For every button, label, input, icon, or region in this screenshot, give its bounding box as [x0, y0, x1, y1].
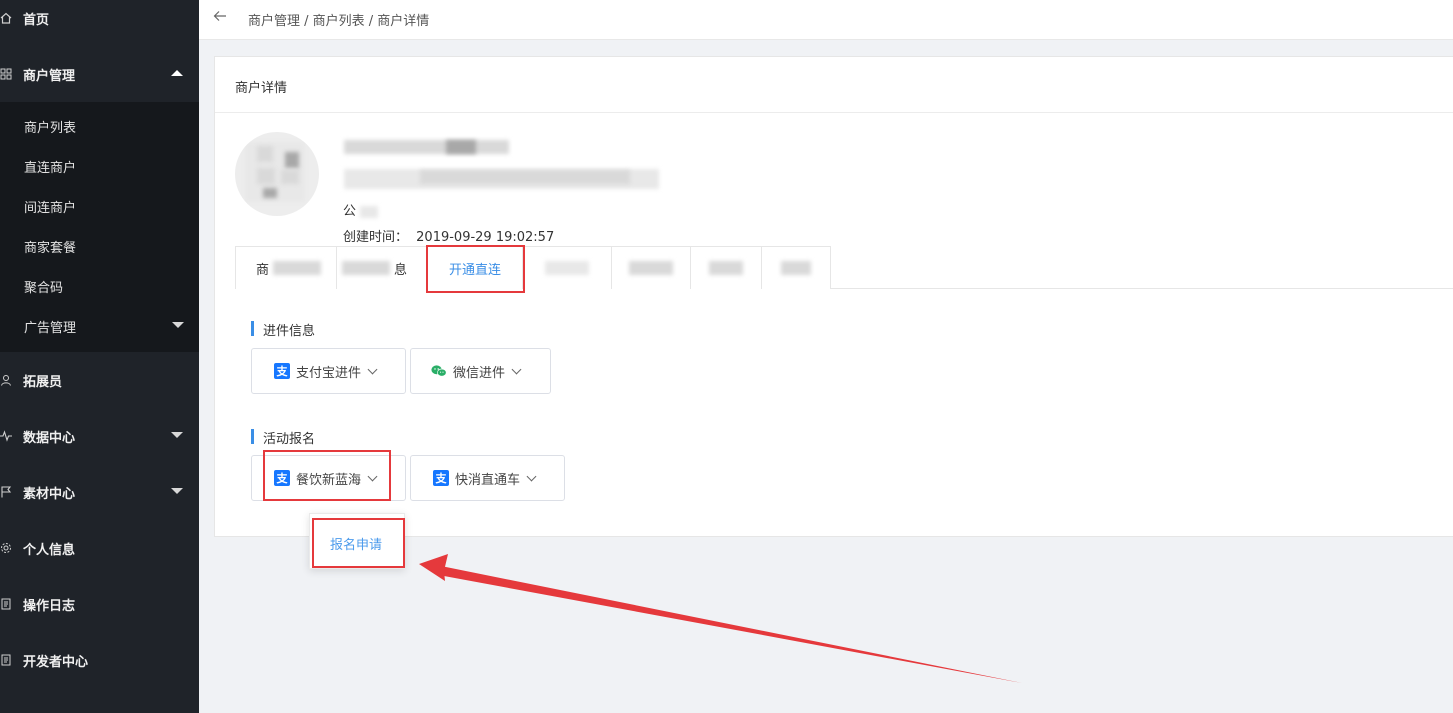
created-value: 2019-09-29 19:02:57	[416, 230, 555, 245]
tab-redacted-2[interactable]	[611, 246, 691, 289]
submenu-label: 商家套餐	[24, 240, 77, 256]
tab-merchant[interactable]: 商	[235, 246, 337, 289]
tab-label: 息	[393, 262, 407, 278]
tab-redacted-4[interactable]	[761, 246, 831, 289]
document-icon	[0, 654, 12, 666]
submenu-label: 直连商户	[24, 160, 77, 176]
submenu-label: 广告管理	[24, 320, 77, 336]
card-title: 商户详情	[235, 81, 288, 96]
created-label: 创建时间：	[343, 230, 409, 245]
home-icon	[0, 12, 12, 24]
tab-redacted-3[interactable]	[690, 246, 762, 289]
submenu-item-merchant-package[interactable]: 商家套餐	[24, 236, 76, 256]
created-time: 创建时间： 2019-09-29 19:02:57	[343, 226, 554, 245]
divider	[215, 112, 1453, 113]
annotation-box-dropdown	[263, 450, 391, 501]
sidebar-item-label: 商户管理	[23, 68, 76, 84]
tab-label: 商	[256, 262, 270, 278]
wechat-icon	[431, 363, 447, 379]
tab-redacted-1[interactable]	[522, 246, 612, 289]
submenu-label: 间连商户	[24, 200, 77, 216]
sidebar-item-label: 数据中心	[23, 430, 76, 446]
submenu-label: 聚合码	[24, 280, 64, 296]
user-icon	[0, 374, 12, 386]
sidebar-item-label: 开发者中心	[23, 654, 89, 670]
sidebar-item-data-center[interactable]: 数据中心	[0, 424, 199, 448]
wechat-onboarding-dropdown[interactable]: 微信进件	[410, 348, 551, 394]
sidebar-item-label: 个人信息	[23, 542, 76, 558]
alipay-icon: 支	[433, 470, 449, 486]
alipay-onboarding-dropdown[interactable]: 支 支付宝进件	[251, 348, 406, 394]
sidebar-item-merchant-management[interactable]: 商户管理	[0, 62, 199, 86]
submenu-item-indirect-merchant[interactable]: 间连商户	[24, 196, 76, 216]
merchant-submenu: 商户列表 直连商户 间连商户 商家套餐 聚合码 广告管理	[0, 102, 199, 352]
sidebar-item-material-center[interactable]: 素材中心	[0, 480, 199, 504]
sidebar-item-home[interactable]: 首页	[0, 6, 199, 30]
submenu-item-direct-merchant[interactable]: 直连商户	[24, 156, 76, 176]
section-title-activity: 活动报名	[251, 428, 315, 447]
document-icon	[0, 598, 12, 610]
sidebar-item-personal-info[interactable]: 个人信息	[0, 536, 199, 560]
sidebar-item-label: 首页	[23, 12, 50, 28]
submenu-label: 商户列表	[24, 120, 77, 136]
alipay-icon: 支	[274, 363, 290, 379]
sidebar-item-expander[interactable]: 拓展员	[0, 368, 199, 392]
sidebar: 首页 商户管理 商户列表 直连商户 间连商户 商家套餐 聚合码 广告管理 拓展员…	[0, 0, 199, 713]
breadcrumb: 商户管理 / 商户列表 / 商户详情	[248, 14, 430, 29]
chevron-down-icon	[526, 471, 537, 481]
dropdown-label: 支付宝进件	[296, 365, 362, 381]
tab-info[interactable]: 息	[336, 246, 428, 289]
top-bar: 商户管理 / 商户列表 / 商户详情	[199, 0, 1453, 40]
annotation-box-popup-item	[312, 518, 405, 568]
sidebar-item-developer-center[interactable]: 开发者中心	[0, 648, 199, 672]
dropdown-label: 微信进件	[453, 365, 506, 381]
gear-icon	[0, 542, 12, 554]
submenu-item-ad-management[interactable]: 广告管理	[24, 316, 184, 336]
sidebar-item-label: 素材中心	[23, 486, 76, 502]
sidebar-item-label: 拓展员	[23, 374, 63, 390]
chevron-up-icon	[171, 70, 183, 76]
section-title-text: 活动报名	[263, 432, 316, 447]
section-title-onboarding-visible: 进件信息	[251, 320, 315, 339]
annotation-box-tab	[426, 245, 525, 293]
chevron-down-icon	[172, 322, 184, 328]
section-title-text: 进件信息	[263, 324, 316, 339]
fmcg-activity-dropdown[interactable]: 支 快消直通车	[410, 455, 565, 501]
chevron-down-icon	[171, 488, 183, 494]
arrow-left-icon[interactable]	[213, 8, 227, 27]
avatar	[235, 132, 319, 216]
chevron-down-icon	[367, 364, 378, 374]
flag-icon	[0, 486, 12, 498]
sidebar-item-operation-log[interactable]: 操作日志	[0, 592, 199, 616]
dropdown-label: 快消直通车	[455, 472, 521, 488]
grid-icon	[0, 68, 12, 80]
company-prefix: 公	[343, 204, 357, 219]
company-label: 公	[343, 200, 379, 219]
chevron-down-icon	[171, 432, 183, 438]
sidebar-item-label: 操作日志	[23, 598, 76, 614]
tab-bar: 商 息 开通直连	[235, 246, 1453, 289]
activity-icon	[0, 430, 12, 442]
submenu-item-merchant-list[interactable]: 商户列表	[24, 116, 76, 136]
submenu-item-aggregate-code[interactable]: 聚合码	[24, 276, 63, 296]
chevron-down-icon	[511, 364, 522, 374]
